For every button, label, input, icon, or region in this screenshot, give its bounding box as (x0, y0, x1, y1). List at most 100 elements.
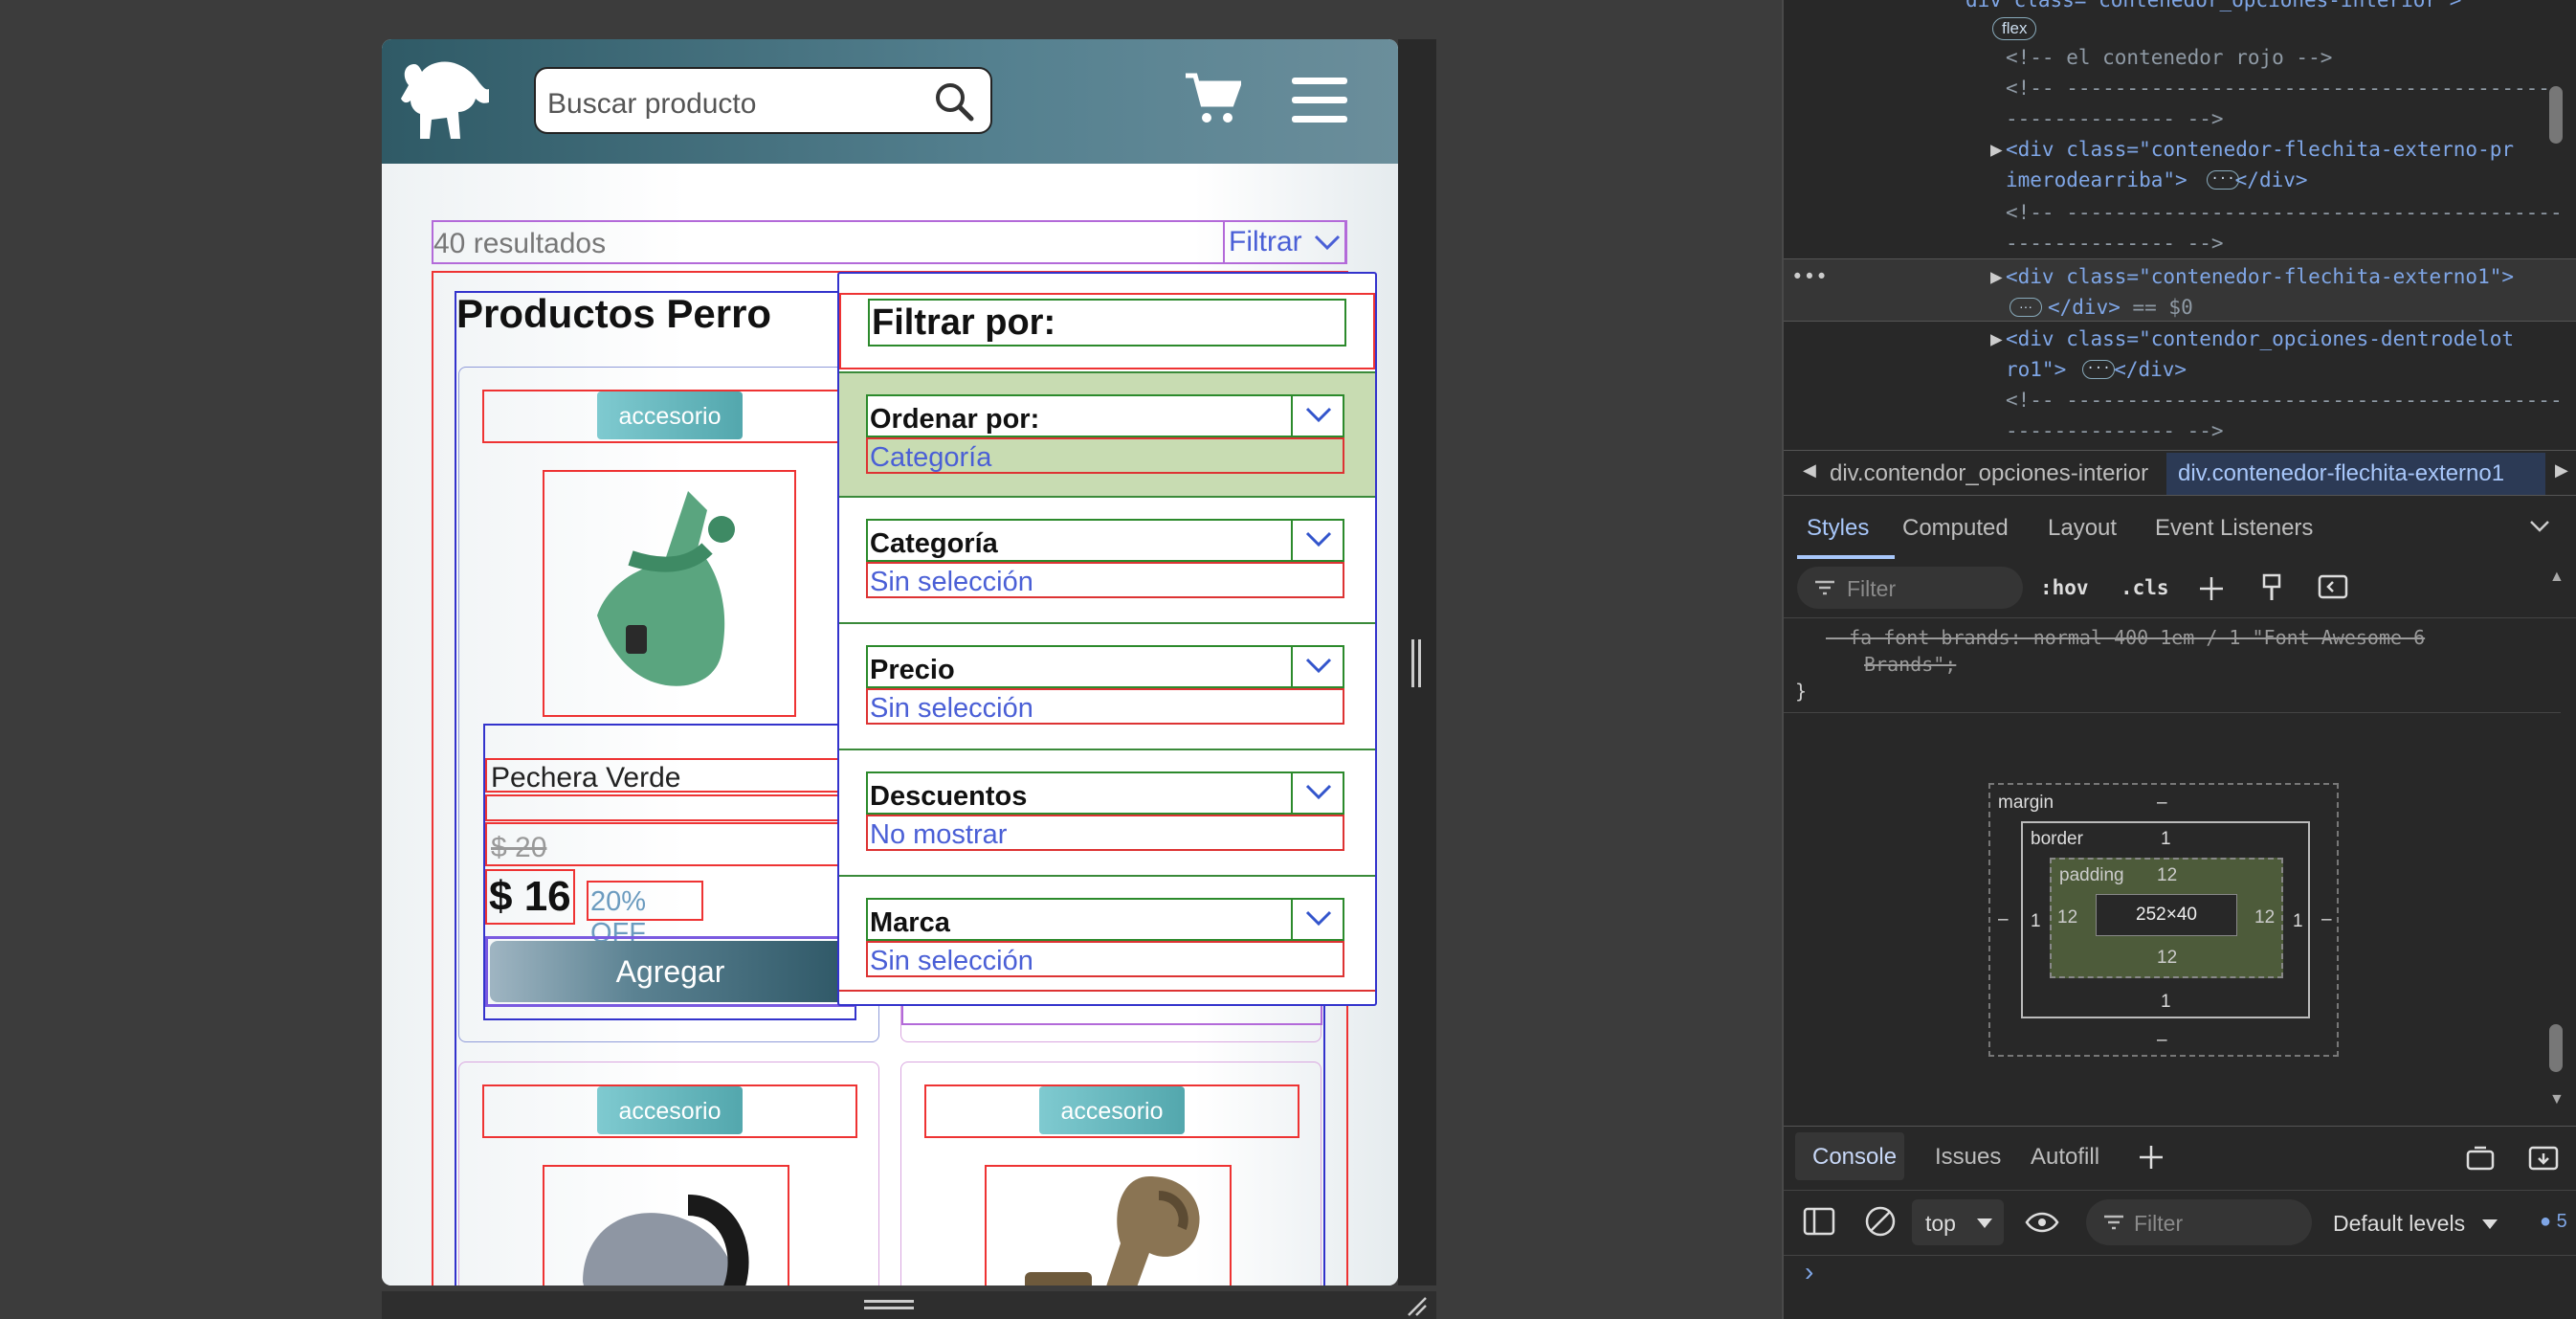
tree-comment[interactable]: <!-- -----------------------------------… (2006, 77, 2563, 100)
scrollbar-thumb[interactable] (2549, 1024, 2563, 1072)
dog-logo-icon[interactable] (389, 56, 495, 152)
resize-handle-horizontal[interactable] (864, 1300, 914, 1309)
close-drawer-icon[interactable] (2528, 1146, 2559, 1171)
margin-label: margin (1998, 793, 2054, 813)
scroll-left-icon[interactable]: ◀ (1803, 460, 1816, 481)
discounts-value[interactable]: No mostrar (866, 815, 1344, 851)
chevron-down-icon (1314, 235, 1341, 251)
tree-text[interactable]: </div> == $0 (2048, 296, 2193, 319)
resize-handle-vertical[interactable] (1411, 639, 1421, 687)
add-to-cart-button[interactable]: Agregar (490, 941, 851, 1002)
eye-icon[interactable] (2025, 1211, 2059, 1234)
search-input[interactable]: Buscar producto (534, 67, 992, 134)
tree-node-cont[interactable]: imerodearriba"> ··· </div> (2006, 168, 2308, 191)
product-card: accesorio (458, 1062, 879, 1285)
sidebar-icon[interactable] (1803, 1207, 1835, 1236)
price-select[interactable]: Precio (866, 645, 1344, 688)
add-tab-icon[interactable] (2138, 1144, 2165, 1171)
tree-node[interactable]: <div class="contendor_opciones-dentrodel… (2006, 327, 2514, 350)
scroll-down-icon[interactable]: ▼ (2549, 1091, 2565, 1108)
tree-node[interactable]: <div class="contenedor-flechita-externo1… (2006, 265, 2514, 288)
box-model-content[interactable]: 252×40 (2096, 894, 2237, 936)
tag-wrapper: accesorio (924, 1084, 1299, 1138)
console-filter-input[interactable]: Filter (2086, 1199, 2312, 1245)
ellipsis-icon[interactable]: ··· (2082, 360, 2115, 379)
box-model-margin[interactable]: margin – – – – border 1 1 1 1 padding 12… (1988, 783, 2339, 1057)
tab-console[interactable]: Console (1812, 1144, 1897, 1171)
tree-line[interactable]: div class="contenedor_opciones-interior"… (1965, 0, 2461, 11)
cart-icon[interactable] (1184, 72, 1241, 127)
css-brace: } (1795, 680, 1808, 703)
add-rule-icon[interactable] (2197, 574, 2226, 603)
product-image[interactable] (985, 1165, 1232, 1285)
breadcrumb-item[interactable]: div.contendor_opciones-interior (1830, 460, 2148, 487)
brand-select[interactable]: Marca (866, 898, 1344, 941)
tab-styles[interactable]: Styles (1807, 515, 1869, 542)
console-prompt[interactable]: › (1805, 1257, 1813, 1287)
hamburger-menu-icon[interactable] (1292, 78, 1347, 123)
tree-comment[interactable]: -------------- --> (2006, 232, 2224, 255)
tree-node-cont[interactable]: ro1"> ··· </div> (2006, 358, 2187, 381)
levels-label: Default levels (2333, 1211, 2466, 1236)
price-label: Precio (870, 655, 955, 685)
device-preview: Buscar producto 40 resultados Filtrar Pr… (0, 0, 1782, 1319)
tree-comment[interactable]: -------------- --> (2006, 107, 2224, 130)
ellipsis-icon[interactable]: ··· (2010, 298, 2042, 317)
more-options-icon[interactable]: ••• (1791, 265, 1828, 288)
chevron-down-icon[interactable] (2528, 517, 2551, 536)
selected-node-row[interactable]: ••• ▶ <div class="contenedor-flechita-ex… (1784, 258, 2576, 322)
category-select[interactable]: Categoría (866, 519, 1344, 562)
product-name[interactable]: Pechera Verde (485, 758, 855, 794)
product-image[interactable] (543, 1165, 789, 1285)
sidebar-toggle-icon[interactable] (2318, 574, 2348, 599)
tab-autofill[interactable]: Autofill (2031, 1144, 2099, 1171)
product-image[interactable] (543, 470, 796, 717)
padding-right: 12 (2254, 907, 2276, 928)
resize-corner-icon[interactable] (1405, 1294, 1428, 1317)
cls-button[interactable]: .cls (2121, 576, 2169, 599)
box-model-padding[interactable]: padding 12 12 12 12 252×40 (2050, 858, 2283, 978)
discounts-select[interactable]: Descuentos (866, 771, 1344, 815)
scrollbar-thumb[interactable] (2549, 86, 2563, 144)
flex-badge[interactable]: flex (1992, 17, 2037, 40)
product-tag: accesorio (597, 391, 743, 439)
filter-button[interactable]: Filtrar (1223, 220, 1347, 264)
brand-label: Marca (870, 907, 950, 938)
brand-value[interactable]: Sin selección (866, 941, 1344, 977)
price-value[interactable]: Sin selección (866, 688, 1344, 725)
expand-arrow-icon[interactable]: ▶ (1990, 138, 2003, 161)
tree-comment[interactable]: <!-- -----------------------------------… (2006, 201, 2563, 224)
tree-node[interactable]: <div class="contenedor-flechita-externo-… (2006, 138, 2514, 161)
default-levels-select[interactable]: Default levels (2333, 1211, 2499, 1237)
ellipsis-icon[interactable]: ··· (2207, 170, 2239, 190)
styles-filter-input[interactable]: Filter (1797, 567, 2023, 609)
issues-badge[interactable]: ● 5 (2540, 1211, 2567, 1233)
scroll-right-icon[interactable]: ▶ (2555, 460, 2568, 481)
expand-arrow-icon[interactable]: ▶ (1990, 327, 2003, 350)
tab-layout[interactable]: Layout (2048, 515, 2117, 542)
chevron-down-icon (1291, 645, 1343, 688)
expand-arrow-icon[interactable]: ▶ (1990, 265, 2003, 288)
undock-icon[interactable] (2465, 1146, 2496, 1171)
tab-issues[interactable]: Issues (1935, 1144, 2001, 1171)
hov-button[interactable]: :hov (2040, 576, 2089, 599)
sort-value[interactable]: Categoría (866, 437, 1344, 474)
tree-comment[interactable]: <!-- -----------------------------------… (2006, 389, 2563, 412)
elements-tree: div class="contenedor_opciones-interior"… (1784, 0, 2576, 440)
tree-comment[interactable]: <!-- el contenedor rojo --> (2006, 46, 2332, 69)
tree-comment[interactable]: -------------- --> (2006, 419, 2224, 440)
border-top: 1 (2161, 829, 2171, 849)
category-value[interactable]: Sin selección (866, 562, 1344, 598)
sort-select[interactable]: Ordenar por: (866, 394, 1344, 437)
paint-brush-icon[interactable] (2260, 572, 2283, 603)
box-model-border[interactable]: border 1 1 1 1 padding 12 12 12 12 252×4… (2021, 821, 2310, 1018)
scroll-up-icon[interactable]: ▲ (2549, 569, 2565, 586)
breadcrumb-item-active[interactable]: div.contenedor-flechita-externo1 (2166, 453, 2545, 495)
search-icon[interactable] (933, 80, 975, 123)
tab-event-listeners[interactable]: Event Listeners (2155, 515, 2313, 542)
context-select[interactable]: top (1912, 1199, 2004, 1245)
tab-computed[interactable]: Computed (1902, 515, 2009, 542)
clear-console-icon[interactable] (1864, 1205, 1897, 1238)
chevron-down-icon (1291, 394, 1343, 437)
css-property[interactable]: --fa-font-brands: normal 400 1em / 1 "Fo… (1826, 626, 2425, 649)
